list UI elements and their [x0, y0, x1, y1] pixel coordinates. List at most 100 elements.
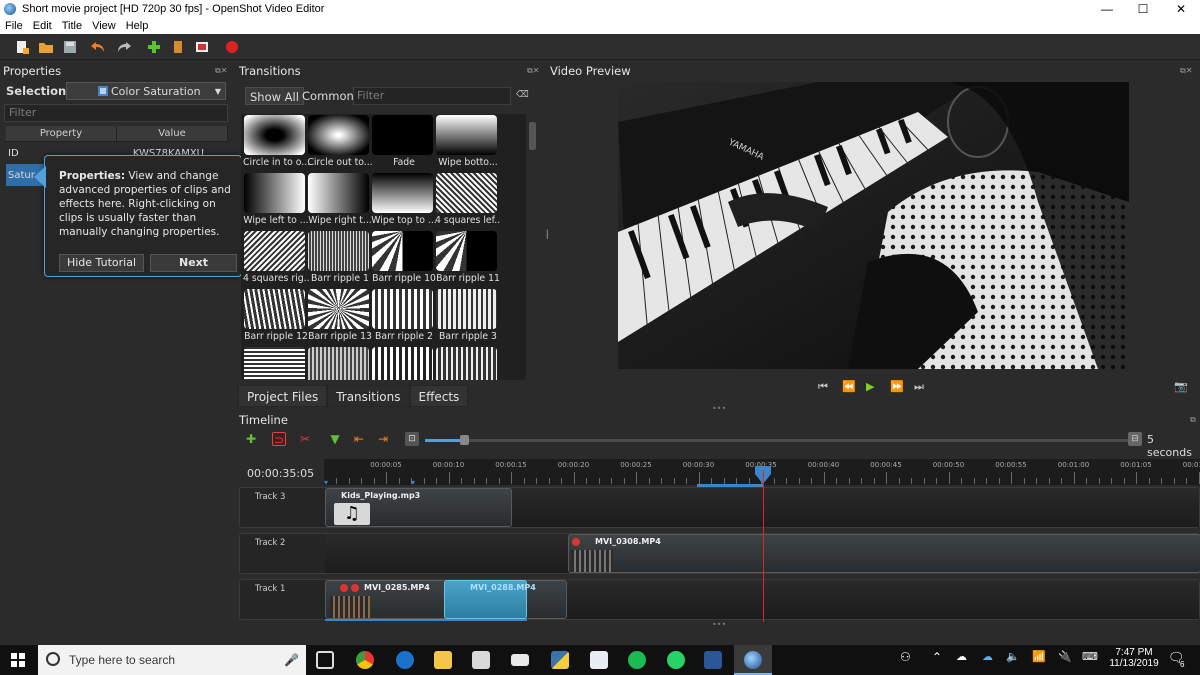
column-header-value[interactable]: Value: [117, 126, 228, 141]
fullscreen-icon[interactable]: [194, 39, 210, 55]
transition-tile[interactable]: Barr ripple 12: [243, 288, 308, 343]
camera-icon[interactable]: 📷: [1174, 380, 1188, 393]
menu-help[interactable]: Help: [121, 20, 154, 32]
rewind-icon[interactable]: ⏪: [842, 380, 856, 393]
microphone-icon[interactable]: 🎤: [284, 645, 299, 675]
column-header-property[interactable]: Property: [6, 126, 117, 141]
scrollbar-thumb[interactable]: [529, 122, 536, 150]
properties-filter-input[interactable]: Filter: [4, 104, 228, 122]
video-clip-selected[interactable]: MVI_0288.MP4: [444, 580, 536, 619]
menu-edit[interactable]: Edit: [28, 20, 57, 32]
splitter-handle[interactable]: •••: [712, 404, 726, 413]
track-1[interactable]: Track 1 MVI_0285.MP4 MVI_0288.MP4: [239, 579, 1200, 621]
menu-file[interactable]: File: [0, 20, 28, 32]
undo-icon[interactable]: [90, 39, 106, 55]
redo-icon[interactable]: [116, 39, 132, 55]
transition-tile[interactable]: [435, 346, 498, 380]
store-icon[interactable]: [472, 651, 490, 669]
transition-tile[interactable]: Barr ripple 10: [371, 230, 436, 285]
selection-dropdown[interactable]: Color Saturation ▼: [66, 82, 226, 100]
transition-tile[interactable]: [243, 346, 306, 380]
play-icon[interactable]: ▶: [866, 380, 874, 393]
clock[interactable]: 7:47 PM 11/13/2019: [1108, 647, 1160, 669]
fast-forward-icon[interactable]: ⏩: [890, 380, 904, 393]
transition-tile[interactable]: 4 squares rig...: [243, 230, 309, 285]
preview-dock-buttons[interactable]: ⧉✕: [1180, 66, 1192, 76]
volume-icon[interactable]: 🔈: [1006, 650, 1020, 663]
transition-tile[interactable]: Wipe left to ...: [243, 172, 309, 227]
snapping-icon[interactable]: ⊃: [272, 432, 286, 447]
word-icon[interactable]: [704, 651, 722, 669]
clear-filter-icon[interactable]: ⌫: [516, 90, 529, 100]
transitions-filter-input[interactable]: Filter: [353, 87, 511, 105]
jump-end-icon[interactable]: ⏭: [914, 380, 924, 394]
transition-tile[interactable]: Wipe right t...: [307, 172, 372, 227]
python-icon[interactable]: [551, 651, 569, 669]
video-preview-frame[interactable]: YAMAHA: [618, 82, 1129, 369]
chevron-up-icon[interactable]: ⌃: [932, 650, 942, 664]
transitions-scrollbar[interactable]: [527, 114, 538, 380]
transition-tile[interactable]: Circle out to...: [307, 114, 373, 169]
close-button[interactable]: ✕: [1162, 0, 1200, 18]
taskbar-search-box[interactable]: Type here to search 🎤: [38, 645, 306, 675]
file-explorer-icon[interactable]: [434, 651, 452, 669]
file-icon[interactable]: [590, 651, 608, 669]
transition-tile[interactable]: [307, 346, 370, 380]
transition-tile[interactable]: Barr ripple 2: [371, 288, 434, 343]
edge-icon[interactable]: [396, 651, 414, 669]
task-view-icon[interactable]: [316, 651, 334, 669]
next-button[interactable]: Next: [150, 254, 237, 272]
transition-tile[interactable]: Barr ripple 13: [307, 288, 372, 343]
transition-tile[interactable]: Fade: [371, 114, 434, 169]
timeline-dock-button[interactable]: ⧉: [1190, 415, 1196, 425]
onedrive-icon[interactable]: ☁: [982, 650, 993, 663]
new-project-icon[interactable]: [14, 39, 30, 55]
transition-tile[interactable]: Barr ripple 1: [307, 230, 370, 285]
maximize-button[interactable]: ☐: [1124, 0, 1162, 18]
transition-tile[interactable]: Wipe top to ...: [371, 172, 437, 227]
add-track-icon[interactable]: ✚: [244, 432, 258, 446]
people-icon[interactable]: ⚇: [900, 650, 911, 664]
windows-start-icon[interactable]: [11, 653, 25, 667]
splitter-handle[interactable]: •••: [712, 620, 726, 629]
video-clip[interactable]: MVI_0308.MP4: [568, 534, 1200, 573]
tab-project-files[interactable]: Project Files: [238, 385, 328, 407]
transition-tile[interactable]: [371, 346, 434, 380]
keyboard-icon[interactable]: ⌨: [1082, 650, 1098, 663]
import-files-icon[interactable]: [146, 39, 162, 55]
whatsapp-icon[interactable]: [667, 651, 685, 669]
chrome-icon[interactable]: [356, 651, 374, 669]
menu-view[interactable]: View: [87, 20, 121, 32]
transition-tile[interactable]: 4 squares lef...: [435, 172, 501, 227]
transitions-dock-buttons[interactable]: ⧉✕: [527, 66, 539, 76]
zoom-slider-track[interactable]: [425, 435, 1128, 445]
zoom-slider-handle[interactable]: [460, 435, 469, 445]
track-3[interactable]: Track 3 Kids_Playing.mp3 ♫: [239, 487, 1200, 528]
properties-dock-buttons[interactable]: ⧉✕: [215, 66, 227, 76]
tab-effects[interactable]: Effects: [409, 385, 469, 407]
wifi-icon[interactable]: 📶: [1032, 650, 1046, 663]
marker-icon[interactable]: ▾: [324, 478, 328, 487]
hide-tutorial-button[interactable]: Hide Tutorial: [59, 254, 144, 272]
zoom-icon[interactable]: ⊟: [1128, 432, 1142, 446]
open-project-icon[interactable]: [38, 39, 54, 55]
jump-start-icon[interactable]: ⏮: [818, 380, 828, 394]
splitter-handle[interactable]: ┃: [545, 230, 550, 239]
previous-marker-icon[interactable]: ⇤: [352, 432, 366, 446]
save-project-icon[interactable]: [62, 39, 78, 55]
marker-icon[interactable]: ▾: [411, 478, 415, 487]
transition-tile[interactable]: Barr ripple 11: [435, 230, 500, 285]
spotify-icon[interactable]: [628, 651, 646, 669]
mail-icon[interactable]: [511, 654, 529, 666]
track-2[interactable]: Track 2 MVI_0308.MP4: [239, 533, 1200, 574]
cloud-icon[interactable]: ☁: [956, 650, 967, 663]
common-button[interactable]: Common: [298, 87, 358, 105]
next-marker-icon[interactable]: ⇥: [376, 432, 390, 446]
transition-tile[interactable]: Circle in to o...: [243, 114, 309, 169]
audio-clip[interactable]: Kids_Playing.mp3 ♫: [325, 488, 512, 527]
export-video-icon[interactable]: [224, 39, 240, 55]
transition-tile[interactable]: Barr ripple 3: [435, 288, 498, 343]
add-marker-icon[interactable]: ▼: [328, 432, 342, 446]
razor-icon[interactable]: ✂: [298, 432, 312, 446]
show-all-button[interactable]: Show All: [245, 87, 304, 105]
